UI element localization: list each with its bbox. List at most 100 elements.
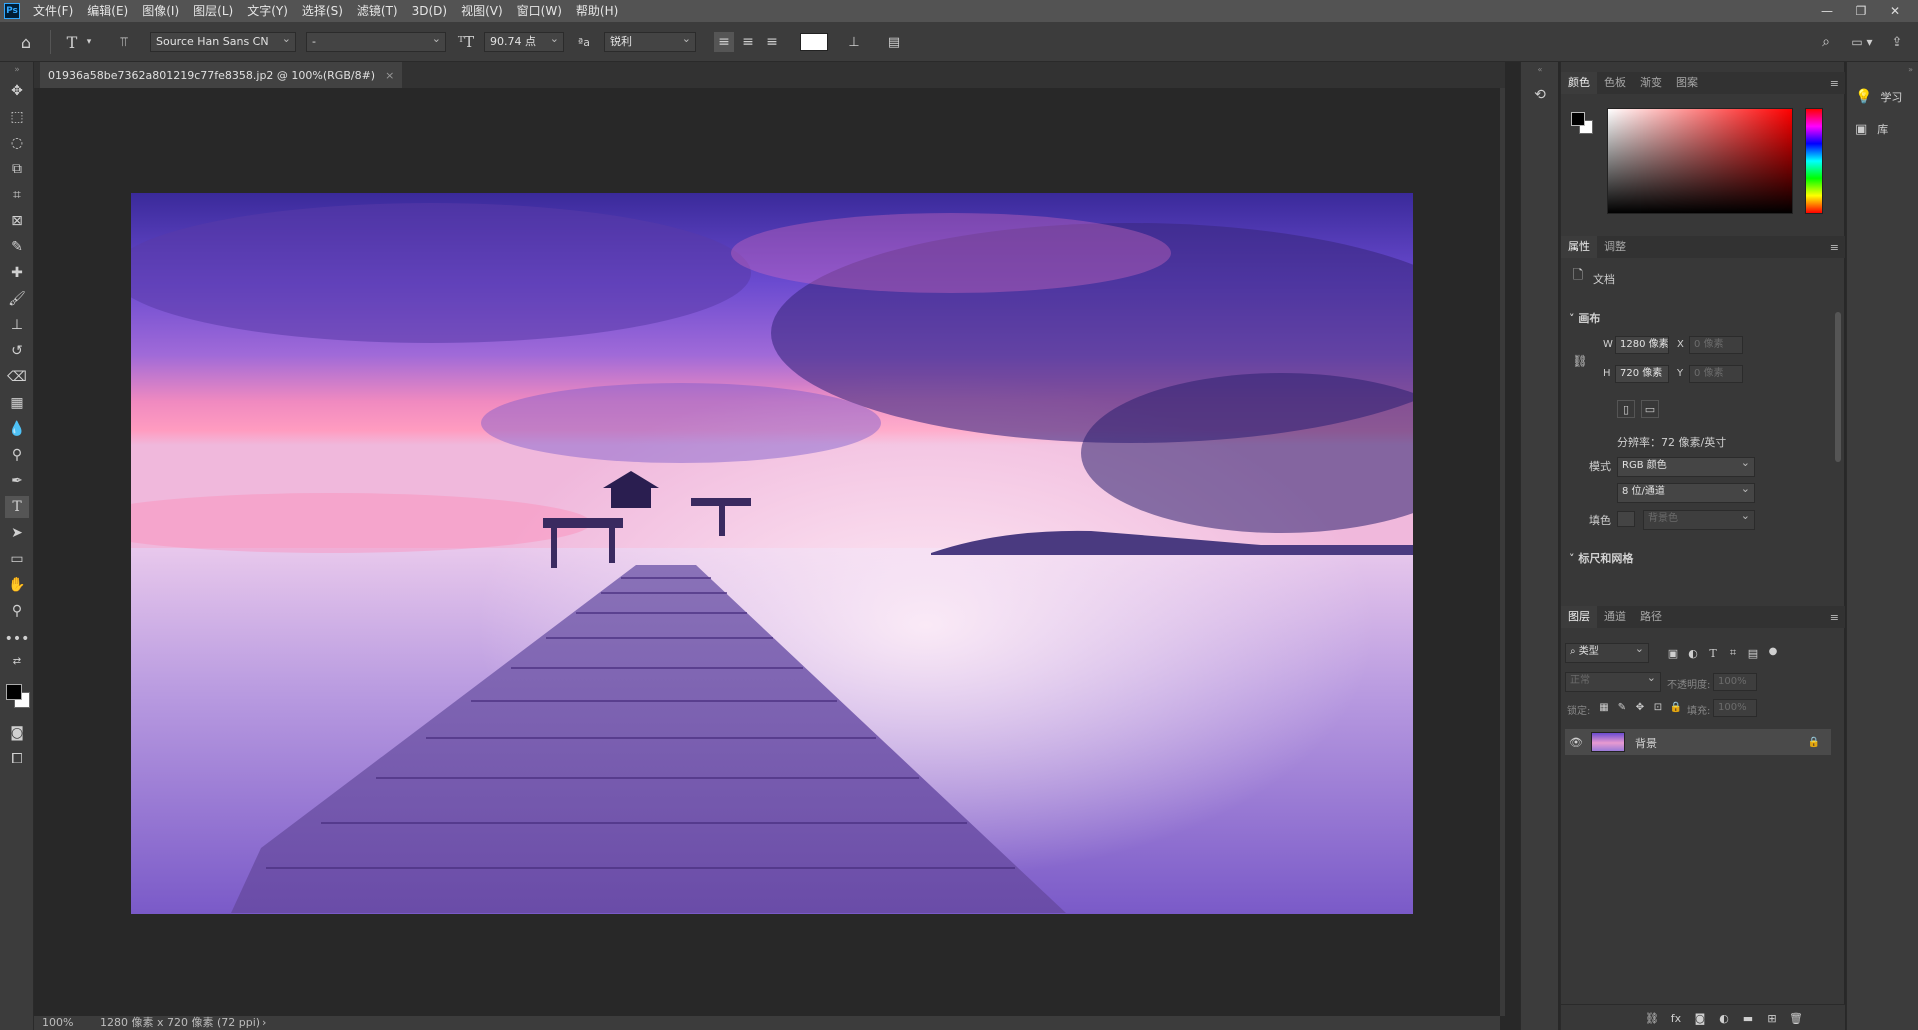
- canvas-x-field[interactable]: 0 像素: [1689, 336, 1743, 354]
- clone-stamp-tool-icon[interactable]: ⊥: [5, 314, 29, 336]
- layer-row[interactable]: 👁 背景 🔒: [1565, 729, 1831, 755]
- opacity-field[interactable]: 100%: [1713, 673, 1757, 691]
- menu-edit[interactable]: 编辑(E): [80, 0, 135, 22]
- canvas-y-field[interactable]: 0 像素: [1689, 365, 1743, 383]
- marquee-tool-icon[interactable]: ⬚: [5, 106, 29, 128]
- menu-type[interactable]: 文字(Y): [240, 0, 295, 22]
- rectangle-tool-icon[interactable]: ▭: [5, 548, 29, 570]
- brush-tool-icon[interactable]: 🖌: [5, 288, 29, 310]
- menu-file[interactable]: 文件(F): [26, 0, 80, 22]
- workspace-icon[interactable]: ▭ ▾: [1846, 32, 1878, 52]
- align-center-icon[interactable]: ≡: [738, 32, 758, 52]
- type-tool-icon[interactable]: T: [5, 496, 29, 518]
- canvas-scrollbar[interactable]: [1500, 88, 1505, 1016]
- layer-filter-select[interactable]: ⌕ 类型: [1565, 643, 1649, 663]
- properties-scrollbar[interactable]: [1835, 312, 1841, 462]
- document-tab[interactable]: 01936a58be7362a801219c77fe8358.jp2 @ 100…: [40, 62, 403, 88]
- status-arrow-icon[interactable]: ›: [262, 1016, 266, 1030]
- screen-mode-icon[interactable]: ⧠: [5, 748, 29, 770]
- swap-colors-icon[interactable]: ⇄: [5, 654, 29, 668]
- eye-visibility-icon[interactable]: 👁: [1569, 735, 1583, 749]
- antialias-select[interactable]: 锐利: [604, 32, 696, 52]
- adjustment-filter-icon[interactable]: ◐: [1685, 644, 1701, 662]
- restore-icon[interactable]: ❐: [1846, 0, 1876, 22]
- healing-brush-tool-icon[interactable]: ✚: [5, 262, 29, 284]
- search-icon[interactable]: ⌕: [1816, 32, 1836, 52]
- collapse-icon[interactable]: »: [1849, 64, 1917, 74]
- crop-tool-icon[interactable]: ⌗: [5, 184, 29, 206]
- landscape-orientation-icon[interactable]: ▭: [1641, 400, 1659, 418]
- menu-layer[interactable]: 图层(L): [186, 0, 240, 22]
- history-panel-icon[interactable]: ⟲: [1529, 84, 1551, 106]
- menu-help[interactable]: 帮助(H): [569, 0, 625, 22]
- tab-paths[interactable]: 路径: [1633, 606, 1669, 628]
- panel-menu-icon[interactable]: ≡: [1830, 77, 1839, 90]
- trash-icon[interactable]: 🗑: [1787, 1009, 1805, 1027]
- eyedropper-tool-icon[interactable]: ✎: [5, 236, 29, 258]
- tab-gradients[interactable]: 渐变: [1633, 72, 1669, 94]
- chevron-down-icon[interactable]: ▾: [84, 34, 94, 50]
- align-right-icon[interactable]: ≡: [762, 32, 782, 52]
- collapse-icon[interactable]: «: [1523, 64, 1557, 74]
- zoom-level[interactable]: 100%: [42, 1016, 73, 1030]
- history-brush-tool-icon[interactable]: ↺: [5, 340, 29, 362]
- adjustment-layer-icon[interactable]: ◐: [1715, 1009, 1733, 1027]
- panel-menu-icon[interactable]: ≡: [1830, 241, 1839, 254]
- object-select-tool-icon[interactable]: ⧉: [5, 158, 29, 180]
- mode-select[interactable]: RGB 颜色: [1617, 457, 1755, 477]
- smart-object-filter-icon[interactable]: ▤: [1745, 644, 1761, 662]
- menu-view[interactable]: 视图(V): [454, 0, 510, 22]
- link-icon[interactable]: ⛓: [1572, 352, 1587, 370]
- lock-transparent-icon[interactable]: ▦: [1597, 698, 1611, 716]
- move-tool-icon[interactable]: ✥: [5, 80, 29, 102]
- tab-channels[interactable]: 通道: [1597, 606, 1633, 628]
- canvas-area[interactable]: [34, 88, 1500, 1016]
- lock-image-icon[interactable]: ✎: [1615, 698, 1629, 716]
- new-layer-icon[interactable]: ⊞: [1763, 1009, 1781, 1027]
- panel-menu-icon[interactable]: ≡: [1830, 611, 1839, 624]
- learn-button[interactable]: 💡 学习: [1855, 86, 1915, 108]
- zoom-tool-icon[interactable]: ⚲: [5, 600, 29, 622]
- bit-depth-select[interactable]: 8 位/通道: [1617, 483, 1755, 503]
- canvas-width-field[interactable]: 1280 像素: [1615, 336, 1669, 354]
- rulers-section-toggle[interactable]: ˅ 标尺和网格: [1569, 550, 1633, 566]
- collapse-icon[interactable]: »: [5, 64, 29, 76]
- toggle-text-orientation-icon[interactable]: ⫪: [114, 32, 134, 52]
- lasso-tool-icon[interactable]: ◌: [5, 132, 29, 154]
- tab-patterns[interactable]: 图案: [1669, 72, 1705, 94]
- tab-properties[interactable]: 属性: [1561, 236, 1597, 258]
- document-canvas[interactable]: [131, 193, 1413, 914]
- library-button[interactable]: ▣ 库: [1855, 118, 1915, 140]
- tab-adjustments[interactable]: 调整: [1597, 236, 1633, 258]
- portrait-orientation-icon[interactable]: ▯: [1617, 400, 1635, 418]
- link-layers-icon[interactable]: ⛓: [1643, 1009, 1661, 1027]
- dodge-tool-icon[interactable]: ⚲: [5, 444, 29, 466]
- color-foreground-swatch[interactable]: [1571, 112, 1585, 126]
- eraser-tool-icon[interactable]: ⌫: [5, 366, 29, 388]
- menu-window[interactable]: 窗口(W): [510, 0, 569, 22]
- lock-position-icon[interactable]: ✥: [1633, 698, 1647, 716]
- hand-tool-icon[interactable]: ✋: [5, 574, 29, 596]
- gradient-tool-icon[interactable]: ▦: [5, 392, 29, 414]
- tab-layers[interactable]: 图层: [1561, 606, 1597, 628]
- layer-name[interactable]: 背景: [1635, 735, 1657, 751]
- menu-filter[interactable]: 滤镜(T): [350, 0, 405, 22]
- type-filter-icon[interactable]: T: [1705, 644, 1721, 662]
- pixel-filter-icon[interactable]: ▣: [1665, 644, 1681, 662]
- hue-slider[interactable]: [1805, 108, 1823, 214]
- text-color-swatch[interactable]: [800, 33, 828, 51]
- fill-swatch[interactable]: [1617, 511, 1635, 527]
- filter-toggle-icon[interactable]: ●: [1765, 642, 1781, 660]
- align-left-icon[interactable]: ≡: [714, 32, 734, 52]
- more-tools-icon[interactable]: •••: [5, 628, 30, 650]
- pen-tool-icon[interactable]: ✒: [5, 470, 29, 492]
- foreground-color-swatch[interactable]: [6, 684, 22, 700]
- quick-mask-icon[interactable]: ◙: [5, 722, 29, 744]
- close-tab-icon[interactable]: ×: [385, 69, 394, 82]
- type-tool-preset-icon[interactable]: T: [62, 32, 82, 52]
- blend-mode-select[interactable]: 正常: [1565, 672, 1661, 692]
- fill-select[interactable]: 背景色: [1643, 510, 1755, 530]
- tab-swatches[interactable]: 色板: [1597, 72, 1633, 94]
- add-mask-icon[interactable]: ◙: [1691, 1009, 1709, 1027]
- frame-tool-icon[interactable]: ⊠: [5, 210, 29, 232]
